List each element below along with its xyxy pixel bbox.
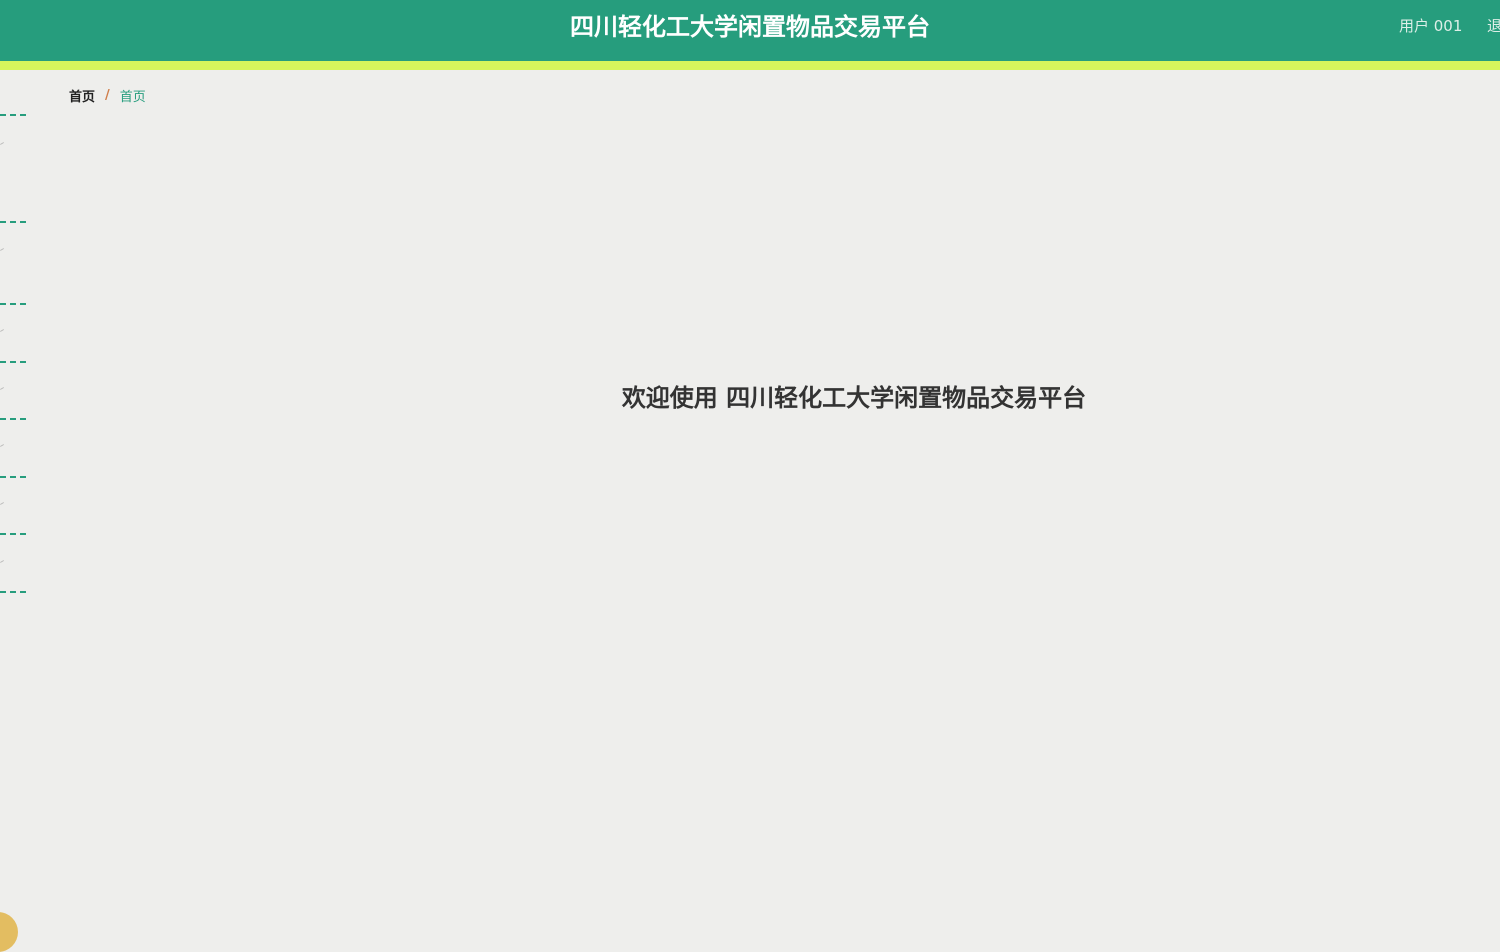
breadcrumb-home-link[interactable]: 首页 bbox=[69, 86, 95, 105]
sidebar-menu-divider bbox=[0, 303, 26, 305]
breadcrumb: 首页 / 首页 bbox=[69, 86, 146, 105]
sidebar-menu-divider bbox=[0, 418, 26, 420]
navbar-accent-strip bbox=[0, 61, 1500, 70]
site-title: 四川轻化工大学闲置物品交易平台 bbox=[570, 13, 930, 41]
sidebar-menu-item[interactable] bbox=[0, 444, 4, 447]
top-navbar: 四川轻化工大学闲置物品交易平台 用户 001 退 bbox=[0, 0, 1500, 61]
sidebar-menu-item[interactable] bbox=[0, 142, 4, 145]
sidebar-menu-item[interactable] bbox=[0, 248, 4, 251]
logout-button[interactable]: 退 bbox=[1487, 0, 1500, 52]
welcome-message: 欢迎使用 四川轻化工大学闲置物品交易平台 bbox=[621, 384, 1087, 412]
sidebar-menu-divider bbox=[0, 533, 26, 535]
sidebar-menu-item[interactable] bbox=[0, 329, 4, 332]
sidebar-menu-item[interactable] bbox=[0, 502, 4, 505]
sidebar-menu-item[interactable] bbox=[0, 560, 4, 563]
breadcrumb-separator: / bbox=[105, 88, 110, 103]
sidebar-menu-divider bbox=[0, 114, 26, 116]
sidebar-menu-divider bbox=[0, 221, 26, 223]
collapsed-sidebar bbox=[0, 100, 30, 620]
user-menu[interactable]: 用户 001 bbox=[1399, 0, 1462, 52]
sidebar-menu-divider bbox=[0, 476, 26, 478]
sidebar-menu-divider bbox=[0, 361, 26, 363]
floating-action-button[interactable] bbox=[0, 912, 18, 952]
sidebar-menu-divider bbox=[0, 591, 26, 593]
breadcrumb-current: 首页 bbox=[119, 90, 146, 105]
